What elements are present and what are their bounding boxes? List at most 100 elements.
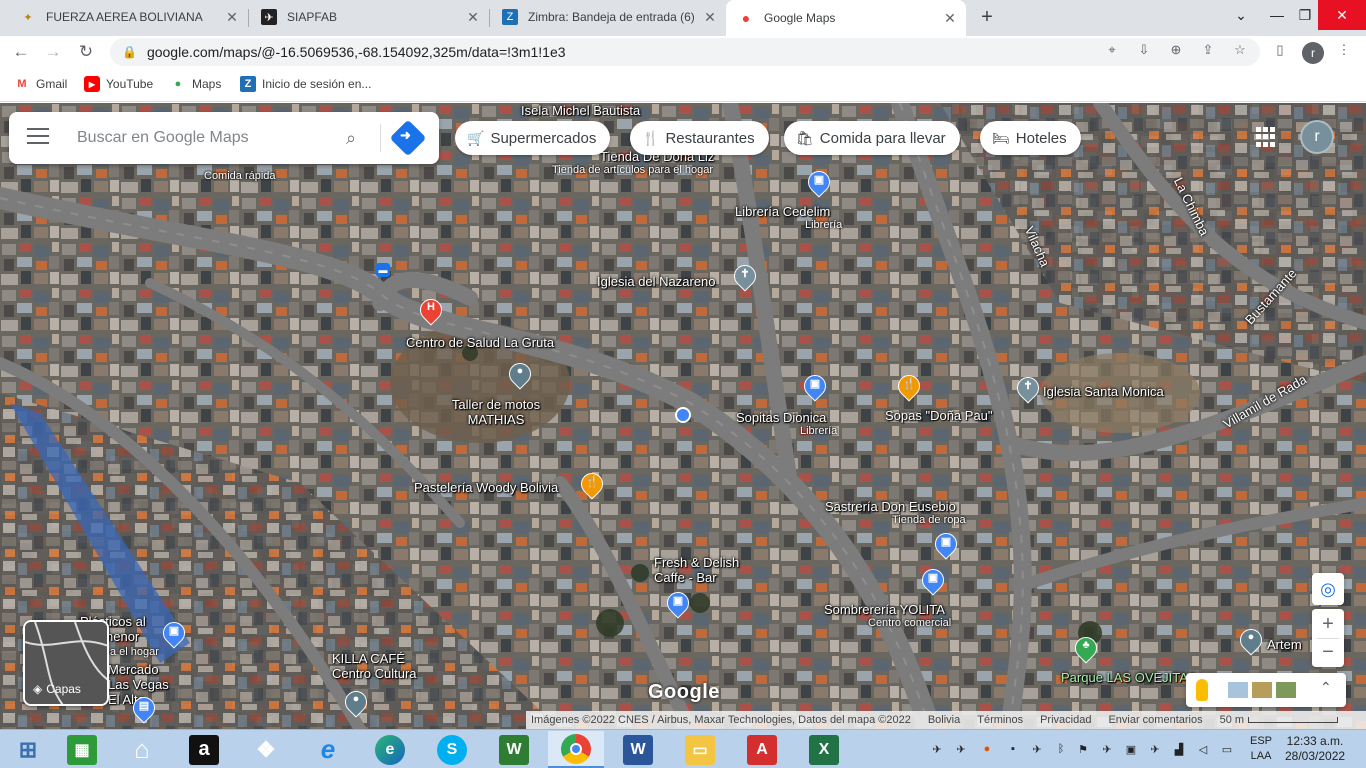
church-pin[interactable]: ✝ bbox=[1012, 372, 1044, 405]
place-label[interactable]: Fresh & Delish Caffe - Bar bbox=[654, 555, 754, 585]
hospital-pin[interactable]: H bbox=[415, 294, 447, 327]
close-icon[interactable]: ✕ bbox=[942, 10, 958, 26]
zoom-out-button[interactable]: − bbox=[1322, 639, 1334, 667]
bookmark-star-icon[interactable]: ☆ bbox=[1232, 42, 1248, 58]
scale-label[interactable]: 50 m bbox=[1220, 714, 1244, 726]
shop-pin[interactable]: ▣ bbox=[158, 617, 190, 650]
shop-pin[interactable]: ▣ bbox=[917, 564, 949, 597]
taskbar-home[interactable]: ⌂ bbox=[114, 731, 170, 768]
shop-pin[interactable]: ▣ bbox=[799, 370, 831, 403]
privacy-link[interactable]: Privacidad bbox=[1040, 714, 1091, 726]
place-label[interactable]: Librería Cedelim bbox=[735, 204, 830, 219]
side-panel-icon[interactable]: ▯ bbox=[1272, 42, 1288, 58]
bookmark-zimbra[interactable]: Z Inicio de sesión en... bbox=[240, 76, 371, 92]
start-button[interactable]: ⊞ bbox=[0, 731, 56, 768]
zoom-in-button[interactable]: + bbox=[1322, 610, 1334, 638]
taskbar-internet-explorer[interactable]: e bbox=[300, 731, 356, 768]
taskbar-acrobat[interactable]: A bbox=[734, 731, 790, 768]
tray-app-icon[interactable]: ✈ bbox=[954, 742, 968, 756]
place-label[interactable]: Sombrerería YOLITA bbox=[824, 602, 945, 617]
satellite-map[interactable]: Isela Michel Bautista Tienda De Doña Liz… bbox=[0, 103, 1366, 729]
imagery-thumb-icon[interactable] bbox=[1252, 682, 1272, 698]
place-label[interactable]: Pastelería Woody Bolivia bbox=[414, 480, 558, 495]
scale-bar[interactable] bbox=[1248, 717, 1339, 723]
bluetooth-icon[interactable]: ᛒ bbox=[1054, 742, 1068, 756]
network-icon[interactable]: ▟ bbox=[1172, 742, 1186, 756]
tray-app-icon[interactable]: ✈ bbox=[930, 742, 944, 756]
layers-button[interactable]: ◈ Capas bbox=[23, 620, 109, 706]
place-label[interactable]: Taller de motos MATHIAS bbox=[441, 397, 551, 427]
restaurant-pin[interactable]: 🍴 bbox=[576, 468, 608, 501]
taskbar-edge[interactable]: e bbox=[362, 731, 418, 768]
taskbar-file-explorer[interactable]: ▭ bbox=[672, 731, 728, 768]
imagery-thumb-icon[interactable] bbox=[1228, 682, 1248, 698]
country-link[interactable]: Bolivia bbox=[928, 714, 960, 726]
tab-fuerza-aerea[interactable]: ✦ FUERZA AEREA BOLIVIANA ✕ bbox=[8, 0, 248, 34]
place-pin[interactable]: ● bbox=[340, 686, 372, 719]
pegman-icon[interactable] bbox=[1196, 679, 1208, 701]
taskbar-skype[interactable]: S bbox=[424, 731, 480, 768]
reload-icon[interactable]: ↻ bbox=[74, 40, 98, 64]
church-pin[interactable]: ✝ bbox=[729, 260, 761, 293]
tray-app-icon[interactable]: ✈ bbox=[1100, 742, 1114, 756]
taskbar-wps[interactable]: W bbox=[486, 731, 542, 768]
google-apps-icon[interactable] bbox=[1256, 127, 1276, 147]
feedback-link[interactable]: Enviar comentarios bbox=[1108, 714, 1202, 726]
my-location-button[interactable]: ◎ bbox=[1312, 573, 1344, 605]
place-label[interactable]: Sopas "Doña Pau" bbox=[885, 408, 993, 423]
tab-google-maps[interactable]: ● Google Maps ✕ bbox=[726, 0, 966, 36]
bus-stop-icon[interactable]: ▬ bbox=[376, 263, 390, 277]
bookmark-gmail[interactable]: M Gmail bbox=[14, 76, 67, 92]
taskbar-store[interactable]: ▦ bbox=[54, 731, 110, 768]
search-input[interactable] bbox=[77, 126, 327, 150]
tab-zimbra[interactable]: Z Zimbra: Bandeja de entrada (6) ✕ bbox=[490, 0, 726, 34]
place-label[interactable]: KILLA CAFÉ Centro Cultura bbox=[332, 651, 432, 681]
chip-supermercados[interactable]: 🛒 Supermercados bbox=[455, 121, 611, 155]
profile-avatar[interactable]: r bbox=[1302, 42, 1324, 64]
bookmark-youtube[interactable]: ▶ YouTube bbox=[84, 76, 153, 92]
close-icon[interactable]: ✕ bbox=[224, 9, 240, 25]
chip-hoteles[interactable]: 🛏 Hoteles bbox=[980, 121, 1081, 155]
place-label[interactable]: Centro de Salud La Gruta bbox=[406, 335, 554, 350]
address-bar[interactable]: 🔒 google.com/maps/@-16.5069536,-68.15409… bbox=[110, 38, 1260, 66]
place-label[interactable]: Sastrería Don Eusebio bbox=[825, 499, 956, 514]
chip-comida-para-llevar[interactable]: 🛍 Comida para llevar bbox=[784, 121, 960, 155]
tray-avast-icon[interactable]: ● bbox=[980, 742, 994, 756]
park-pin[interactable]: ♣ bbox=[1070, 632, 1102, 665]
system-clock[interactable]: 12:33 a.m. 28/03/2022 bbox=[1285, 734, 1345, 764]
place-label[interactable]: Sopitas Dionica bbox=[736, 410, 826, 425]
account-avatar[interactable]: r bbox=[1300, 120, 1334, 154]
battery-icon[interactable]: ▭ bbox=[1220, 742, 1234, 756]
share-icon[interactable]: ⇪ bbox=[1200, 42, 1216, 58]
close-icon[interactable]: ✕ bbox=[465, 9, 481, 25]
shop-pin[interactable]: ▣ bbox=[803, 166, 835, 199]
place-label[interactable]: Iglesia Santa Monica bbox=[1043, 384, 1164, 399]
tray-app-icon[interactable]: ✈ bbox=[1148, 742, 1162, 756]
back-icon[interactable]: ← bbox=[9, 40, 33, 64]
place-label[interactable]: Parque LAS OVEJITAS bbox=[1061, 670, 1197, 685]
tray-app-icon[interactable]: ▣ bbox=[1124, 742, 1138, 756]
terms-link[interactable]: Términos bbox=[977, 714, 1023, 726]
hamburger-menu-icon[interactable] bbox=[27, 128, 49, 148]
taskbar-chrome[interactable] bbox=[548, 731, 604, 768]
market-pin[interactable]: ▤ bbox=[128, 692, 160, 725]
volume-icon[interactable]: ◁ bbox=[1196, 742, 1210, 756]
shop-pin[interactable]: ▣ bbox=[662, 587, 694, 620]
chip-restaurantes[interactable]: 🍴 Restaurantes bbox=[630, 121, 769, 155]
place-label[interactable]: Artem bbox=[1267, 637, 1302, 652]
menu-kebab-icon[interactable]: ⋮ bbox=[1336, 42, 1352, 58]
place-pin[interactable]: ● bbox=[1235, 624, 1267, 657]
shop-pin[interactable]: ▣ bbox=[930, 528, 962, 561]
place-pin[interactable]: ● bbox=[504, 358, 536, 391]
forward-icon[interactable]: → bbox=[41, 40, 65, 64]
install-icon[interactable]: ⇩ bbox=[1136, 42, 1152, 58]
search-icon[interactable]: ⌕ bbox=[339, 126, 363, 150]
place-label[interactable]: Iglesia del Nazareno bbox=[597, 274, 716, 289]
new-tab-button[interactable]: + bbox=[976, 6, 998, 28]
tray-app-icon[interactable]: ✈ bbox=[1030, 742, 1044, 756]
expand-up-icon[interactable]: ⌃ bbox=[1320, 679, 1332, 696]
tab-siapfab[interactable]: ✈ SIAPFAB ✕ bbox=[249, 0, 489, 34]
imagery-thumb-icon[interactable] bbox=[1276, 682, 1296, 698]
close-window-button[interactable]: ✕ bbox=[1318, 0, 1366, 30]
taskbar-excel[interactable]: X bbox=[796, 731, 852, 768]
